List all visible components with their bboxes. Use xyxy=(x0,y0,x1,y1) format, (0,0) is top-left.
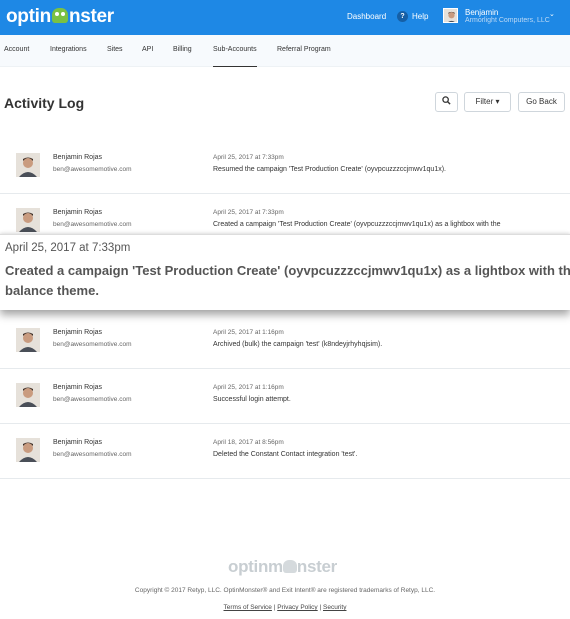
logo-text-post: nster xyxy=(68,6,114,27)
tab-api[interactable]: API xyxy=(142,46,153,53)
help-icon[interactable]: ? xyxy=(397,11,408,22)
zoomed-activity-description: Created a campaign 'Test Production Crea… xyxy=(5,261,570,301)
activity-description: Successful login attempt. xyxy=(213,396,291,403)
user-name: Benjamin Rojas xyxy=(53,154,103,161)
optinmonster-logo[interactable]: optin nster xyxy=(6,6,114,28)
activity-description: Created a campaign 'Test Production Crea… xyxy=(213,221,501,228)
copyright-text: Copyright © 2017 Retyp, LLC. OptinMonste… xyxy=(134,587,436,594)
monster-icon xyxy=(51,8,68,23)
user-name: Benjamin Rojas xyxy=(53,384,103,391)
avatar xyxy=(16,328,40,352)
footer-links: Terms of Service | Privacy Policy | Secu… xyxy=(0,604,570,611)
activity-date: April 25, 2017 at 1:16pm xyxy=(213,384,284,391)
tab-sub-accounts[interactable]: Sub-Accounts xyxy=(213,46,257,67)
user-name: Benjamin Rojas xyxy=(53,439,103,446)
footer-logo: optinm nster xyxy=(228,557,337,577)
search-icon xyxy=(442,96,451,105)
zoomed-activity-date: April 25, 2017 at 7:33pm xyxy=(5,242,131,254)
avatar xyxy=(16,208,40,232)
filter-button[interactable]: Filter ▾ xyxy=(464,92,511,112)
help-link[interactable]: Help xyxy=(412,12,428,21)
monster-icon xyxy=(282,560,297,573)
logo-text-pre: optin xyxy=(6,6,51,27)
avatar xyxy=(16,383,40,407)
caret-down-icon: ▾ xyxy=(495,97,500,106)
activity-date: April 25, 2017 at 7:33pm xyxy=(213,209,284,216)
zoomed-line-1: Created a campaign 'Test Production Crea… xyxy=(5,263,570,278)
page-title: Activity Log xyxy=(4,95,85,111)
tab-referral-program[interactable]: Referral Program xyxy=(277,46,331,53)
security-link[interactable]: Security xyxy=(323,604,346,611)
terms-link[interactable]: Terms of Service xyxy=(224,604,272,611)
chevron-down-icon[interactable]: ⌄ xyxy=(549,10,555,18)
filter-label: Filter xyxy=(475,97,494,106)
activity-description: Deleted the Constant Contact integration… xyxy=(213,451,358,458)
user-name: Benjamin Rojas xyxy=(53,209,103,216)
activity-date: April 25, 2017 at 1:16pm xyxy=(213,329,284,336)
activity-date: April 25, 2017 at 7:33pm xyxy=(213,154,284,161)
activity-description: Archived (bulk) the campaign 'test' (k8n… xyxy=(213,341,383,348)
sub-navigation: Account Integrations Sites API Billing S… xyxy=(0,35,570,67)
user-name[interactable]: Benjamin xyxy=(465,8,498,17)
user-email: ben@awesomemotive.com xyxy=(53,341,132,348)
top-bar: optin nster Dashboard ? Help Benjamin Arm… xyxy=(0,0,570,35)
footer-logo-pre: optinm xyxy=(228,557,283,576)
activity-row: Benjamin Rojas ben@awesomemotive.com Apr… xyxy=(0,424,570,479)
user-email: ben@awesomemotive.com xyxy=(53,396,132,403)
search-button[interactable] xyxy=(435,92,458,112)
avatar xyxy=(16,153,40,177)
user-avatar[interactable] xyxy=(443,8,458,23)
privacy-link[interactable]: Privacy Policy xyxy=(277,604,317,611)
zoomed-line-2: balance theme. xyxy=(5,283,99,298)
user-email: ben@awesomemotive.com xyxy=(53,166,132,173)
tab-account[interactable]: Account xyxy=(4,46,29,53)
user-email: ben@awesomemotive.com xyxy=(53,221,132,228)
tab-integrations[interactable]: Integrations xyxy=(50,46,87,53)
avatar xyxy=(16,438,40,462)
activity-description: Resumed the campaign 'Test Production Cr… xyxy=(213,166,446,173)
user-name: Benjamin Rojas xyxy=(53,329,103,336)
activity-row: Benjamin Rojas ben@awesomemotive.com Apr… xyxy=(0,369,570,424)
tab-sites[interactable]: Sites xyxy=(107,46,123,53)
zoomed-entry-callout: April 25, 2017 at 7:33pm Created a campa… xyxy=(0,234,570,310)
tab-billing[interactable]: Billing xyxy=(173,46,192,53)
go-back-button[interactable]: Go Back xyxy=(518,92,565,112)
user-email: ben@awesomemotive.com xyxy=(53,451,132,458)
activity-date: April 18, 2017 at 8:56pm xyxy=(213,439,284,446)
footer-logo-post: nster xyxy=(296,557,337,576)
activity-row: Benjamin Rojas ben@awesomemotive.com Apr… xyxy=(0,314,570,369)
user-company[interactable]: Armorlight Computers, LLC xyxy=(465,17,550,24)
activity-row: Benjamin Rojas ben@awesomemotive.com Apr… xyxy=(0,139,570,194)
dashboard-link[interactable]: Dashboard xyxy=(347,12,386,21)
